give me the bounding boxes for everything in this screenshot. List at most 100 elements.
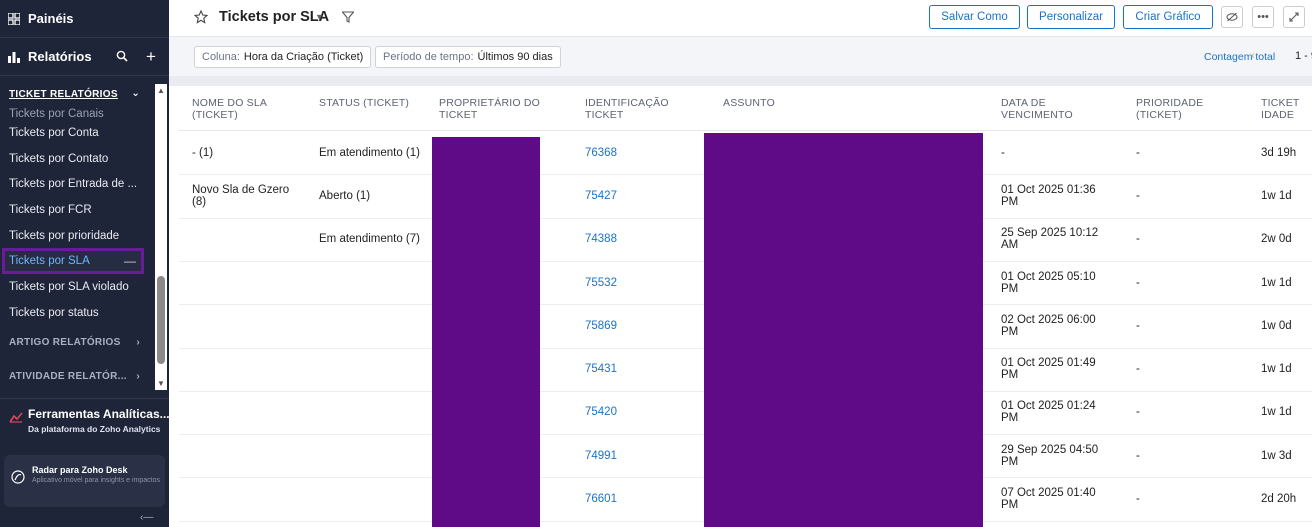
sidebar-item-tickets-canais[interactable]: Tickets por Canais bbox=[0, 108, 154, 120]
chip-value: Últimos 90 dias bbox=[477, 51, 553, 63]
col-header-status[interactable]: STATUS (TICKET) bbox=[319, 86, 429, 130]
cell-status: Aberto (1) bbox=[319, 189, 371, 202]
add-report-icon[interactable]: + bbox=[146, 47, 156, 67]
col-header-subject[interactable]: ASSUNTO bbox=[723, 86, 843, 130]
sidebar-item-tickets-status[interactable]: Tickets por status bbox=[0, 300, 154, 326]
col-header-owner[interactable]: PROPRIETÁRIO DO TICKET bbox=[439, 86, 559, 130]
collapse-sidebar-icon[interactable]: ‹— bbox=[140, 512, 153, 523]
sidebar-item-label: Tickets por status bbox=[9, 306, 99, 319]
filter-icon[interactable] bbox=[342, 11, 354, 23]
sidebar-item-tickets-sla[interactable]: Tickets por SLA — bbox=[2, 248, 144, 275]
chevron-down-icon: ⌄ bbox=[131, 88, 140, 99]
analytics-tools-link[interactable]: Ferramentas Analíticas... Da plataforma … bbox=[0, 398, 169, 442]
caret-down-icon[interactable]: ▼ bbox=[315, 12, 324, 22]
cell-age: 1w 1d bbox=[1261, 189, 1292, 202]
more-options-icon[interactable]: ••• bbox=[1252, 6, 1274, 28]
cell-age: 1w 1d bbox=[1261, 276, 1292, 289]
sidebar-item-paineis[interactable]: Painéis bbox=[0, 0, 169, 38]
cell-age: 2d 20h bbox=[1261, 493, 1297, 506]
hide-icon[interactable] bbox=[1221, 6, 1243, 28]
cell-status: Em atendimento (7) bbox=[319, 233, 420, 246]
cell-priority: - bbox=[1136, 319, 1140, 332]
section-label: TICKET RELATÓRIOS bbox=[9, 88, 118, 100]
cell-id[interactable]: 74991 bbox=[585, 450, 665, 462]
radar-subtitle: Aplicativo móvel para insights e impacto… bbox=[32, 477, 161, 484]
col-header-ticket-id[interactable]: IDENTIFICAÇÃO TICKET bbox=[585, 86, 695, 130]
column-filter-chip[interactable]: Coluna: Hora da Criação (Ticket) bbox=[194, 46, 372, 68]
col-header-priority[interactable]: PRIORIDADE (TICKET) bbox=[1136, 86, 1236, 130]
cell-id[interactable]: 74388 bbox=[585, 233, 665, 245]
cell-id[interactable]: 75532 bbox=[585, 277, 665, 289]
sidebar-item-relatorios[interactable]: Relatórios + bbox=[0, 38, 169, 76]
total-count-link[interactable]: Contagem total bbox=[1204, 51, 1275, 63]
sidebar-item-tickets-entrada[interactable]: Tickets por Entrada de ... bbox=[0, 171, 154, 197]
sidebar: Painéis Relatórios + TICKET RELATÓRIOS ⌄… bbox=[0, 0, 169, 527]
sidebar-item-label: Tickets por Contato bbox=[9, 152, 109, 165]
cell-age: 2w 0d bbox=[1261, 233, 1292, 246]
bar-chart-icon bbox=[8, 51, 20, 63]
sidebar-item-tickets-prioridade[interactable]: Tickets por prioridade bbox=[0, 223, 154, 249]
page-title: Tickets por SLA bbox=[219, 9, 330, 25]
section-atividade-relatorios[interactable]: ATIVIDADE RELATÓR... › bbox=[0, 360, 154, 393]
star-icon[interactable] bbox=[194, 10, 208, 24]
col-header-sla-name[interactable]: NOME DO SLA (TICKET) bbox=[192, 86, 302, 130]
cell-due: 01 Oct 2025 01:49 PM bbox=[1001, 357, 1096, 382]
cell-id[interactable]: 75869 bbox=[585, 320, 665, 332]
period-filter-chip[interactable]: Período de tempo: Últimos 90 dias bbox=[375, 46, 561, 68]
section-label: ARTIGO RELATÓRIOS bbox=[9, 337, 121, 348]
divider-strip bbox=[169, 76, 1312, 86]
col-header-age[interactable]: TICKET IDADE bbox=[1261, 86, 1311, 130]
cell-status: Em atendimento (1) bbox=[319, 146, 420, 159]
radar-icon bbox=[11, 470, 25, 484]
cell-id[interactable]: 76368 bbox=[585, 147, 665, 159]
cell-priority: - bbox=[1136, 146, 1140, 159]
grid-icon bbox=[8, 12, 20, 25]
report-table: NOME DO SLA (TICKET) STATUS (TICKET) PRO… bbox=[179, 86, 1312, 527]
redacted-owner-column bbox=[432, 137, 540, 527]
tools-subtitle: Da plataforma do Zoho Analytics bbox=[28, 424, 161, 434]
cell-due: 02 Oct 2025 06:00 PM bbox=[1001, 313, 1096, 338]
cell-priority: - bbox=[1136, 363, 1140, 376]
cell-sla: Novo Sla de Gzero (8) bbox=[192, 183, 290, 208]
sidebar-scrollbar[interactable]: ▲ ▼ bbox=[155, 84, 167, 390]
cell-due: - bbox=[1001, 146, 1005, 159]
sidebar-item-label: Tickets por Entrada de ... bbox=[9, 178, 138, 191]
more-horizontal-icon[interactable]: — bbox=[124, 254, 136, 268]
tools-title: Ferramentas Analíticas... bbox=[28, 407, 169, 421]
cell-id[interactable]: 75420 bbox=[585, 406, 665, 418]
cell-id[interactable]: 75431 bbox=[585, 363, 665, 375]
filter-bar: Coluna: Hora da Criação (Ticket) Período… bbox=[169, 37, 1312, 76]
sidebar-item-tickets-fcr[interactable]: Tickets por FCR bbox=[0, 197, 154, 223]
chevron-left-icon[interactable]: ‹ bbox=[1251, 50, 1255, 62]
radar-title: Radar para Zoho Desk bbox=[32, 465, 128, 475]
analytics-icon bbox=[9, 412, 23, 423]
radar-promo[interactable]: Radar para Zoho Desk Aplicativo móvel pa… bbox=[4, 455, 165, 507]
search-icon[interactable] bbox=[116, 50, 128, 62]
section-ticket-relatorios[interactable]: TICKET RELATÓRIOS ⌄ bbox=[0, 80, 154, 108]
chip-key: Período de tempo: bbox=[383, 51, 474, 63]
sidebar-item-tickets-sla-violado[interactable]: Tickets por SLA violado bbox=[0, 274, 154, 300]
cell-due: 01 Oct 2025 01:36 PM bbox=[1001, 183, 1096, 208]
scroll-down-icon[interactable]: ▼ bbox=[157, 379, 165, 388]
create-chart-button[interactable]: Criar Gráfico bbox=[1123, 5, 1213, 29]
section-artigo-relatorios[interactable]: ARTIGO RELATÓRIOS › bbox=[0, 326, 154, 360]
sidebar-item-tickets-contato[interactable]: Tickets por Contato bbox=[0, 146, 154, 172]
cell-id[interactable]: 75427 bbox=[585, 190, 665, 202]
expand-icon[interactable] bbox=[1283, 6, 1305, 28]
chip-value: Hora da Criação (Ticket) bbox=[243, 51, 364, 63]
sidebar-item-label: Tickets por Conta bbox=[9, 126, 99, 139]
sidebar-item-tickets-conta[interactable]: Tickets por Conta bbox=[0, 120, 154, 146]
sidebar-item-label: Painéis bbox=[28, 11, 74, 26]
save-as-button[interactable]: Salvar Como bbox=[929, 5, 1020, 29]
col-header-due-date[interactable]: DATA DE VENCIMENTO bbox=[1001, 86, 1101, 130]
sidebar-item-label: Tickets por FCR bbox=[9, 203, 92, 216]
cell-due: 01 Oct 2025 05:10 PM bbox=[1001, 270, 1096, 295]
section-label: ATIVIDADE RELATÓR... bbox=[9, 371, 127, 382]
sidebar-item-label: Tickets por prioridade bbox=[9, 229, 120, 242]
scroll-up-icon[interactable]: ▲ bbox=[157, 86, 165, 95]
cell-due: 01 Oct 2025 01:24 PM bbox=[1001, 400, 1096, 425]
customize-button[interactable]: Personalizar bbox=[1027, 5, 1115, 29]
scrollbar-thumb[interactable] bbox=[157, 276, 165, 364]
cell-id[interactable]: 76601 bbox=[585, 493, 665, 505]
cell-due: 07 Oct 2025 01:40 PM bbox=[1001, 487, 1096, 512]
